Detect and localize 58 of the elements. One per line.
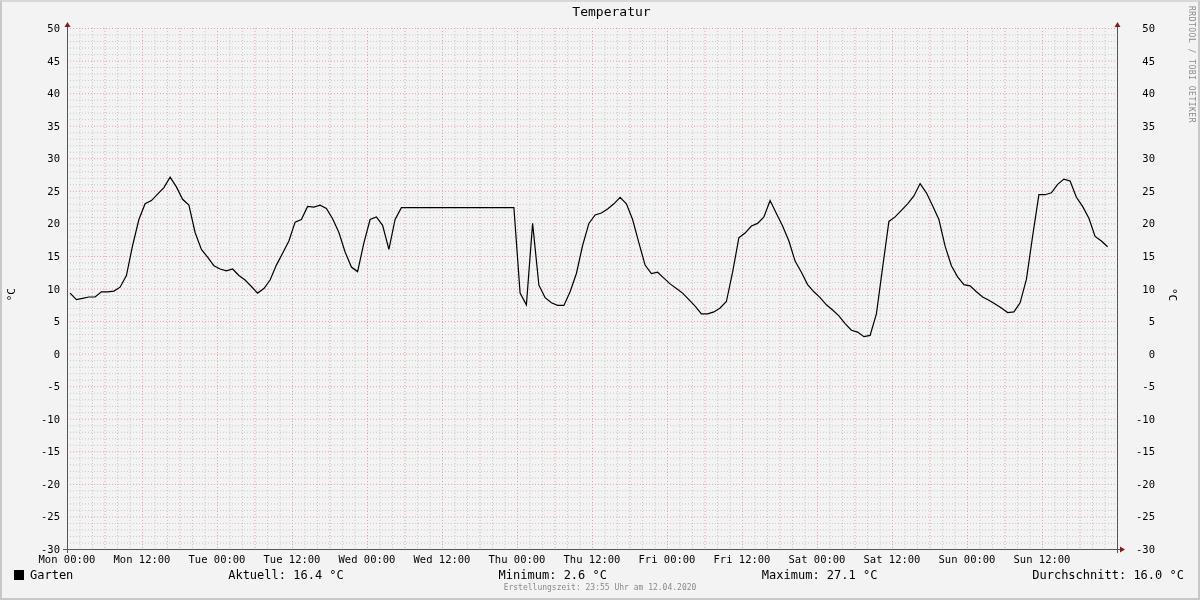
x-tick-label: Mon 00:00 (38, 553, 96, 565)
y-tick-label: -20 (41, 477, 60, 490)
y-tick-label: -30 (41, 543, 60, 555)
y-tick-label: -20 (1136, 477, 1155, 490)
y-axis-label: °C (1166, 288, 1179, 302)
legend-label: Garten (30, 568, 74, 582)
x-tick-label: Wed 12:00 (413, 553, 471, 565)
y-tick-label: 30 (47, 152, 60, 165)
creation-time: Erstellungszeit: 23:55 Uhr am 12.04.2020 (503, 582, 697, 594)
y-tick-label: 0 (1148, 347, 1155, 360)
y-tick-label: 50 (47, 22, 60, 34)
x-tick-label: Fri 00:00 (638, 553, 696, 565)
y-tick-label: 45 (1142, 54, 1155, 67)
x-tick-label: Sun 00:00 (938, 553, 996, 565)
y-tick-label: -15 (1136, 445, 1155, 458)
x-tick-label: Fri 12:00 (713, 553, 771, 565)
y-tick-label: -10 (41, 412, 60, 425)
x-tick-label: Wed 00:00 (338, 553, 396, 565)
y-tick-label: -25 (1136, 510, 1155, 523)
y-tick-label: 40 (1142, 87, 1155, 100)
x-tick-label: Mon 12:00 (113, 553, 171, 565)
x-tick-label: Thu 12:00 (563, 553, 621, 565)
y-tick-label: 35 (1142, 119, 1155, 132)
y-tick-label: 15 (1142, 249, 1155, 262)
y-tick-label: -10 (1136, 412, 1155, 425)
maximum-value: Maximum: 27.1 °C (761, 568, 878, 582)
y-tick-label: -5 (47, 380, 60, 393)
y-tick-label: 35 (47, 119, 60, 132)
x-tick-label: Sat 00:00 (788, 553, 846, 565)
y-tick-label: 5 (53, 315, 60, 328)
y-tick-label: 30 (1142, 152, 1155, 165)
minimum-value: Minimum: 2.6 °C (498, 568, 607, 582)
y-tick-label: 0 (53, 347, 60, 360)
y-tick-label: 40 (47, 87, 60, 100)
y-tick-label: -5 (1142, 380, 1155, 393)
y-tick-label: -25 (41, 510, 60, 523)
y-tick-label: -15 (41, 445, 60, 458)
x-tick-label: Tue 12:00 (263, 553, 321, 565)
y-tick-label: 10 (1142, 282, 1155, 295)
current-value: Aktuell: 16.4 °C (228, 568, 344, 582)
y-tick-label: 50 (1142, 22, 1155, 34)
y-tick-label: 25 (1142, 184, 1155, 197)
y-axis-label: °C (4, 288, 18, 302)
y-tick-label: 20 (1142, 217, 1155, 230)
y-tick-label: 10 (47, 282, 60, 295)
average-value: Durchschnitt: 16.0 °C (1032, 568, 1184, 582)
x-tick-label: Thu 00:00 (488, 553, 546, 565)
x-tick-label: Sat 12:00 (863, 553, 921, 565)
y-tick-label: 20 (47, 217, 60, 230)
watermark-text: RRDTOOL / TOBI OETIKER (1187, 6, 1196, 123)
y-tick-label: 5 (1148, 315, 1155, 328)
y-tick-label: 25 (47, 184, 60, 197)
x-tick-label: Tue 00:00 (188, 553, 246, 565)
y-tick-label: -30 (1136, 543, 1155, 555)
y-tick-label: 15 (47, 249, 60, 262)
chart-title: Temperatur (572, 3, 651, 21)
y-tick-label: 45 (47, 54, 60, 67)
x-tick-label: Sun 12:00 (1013, 553, 1071, 565)
